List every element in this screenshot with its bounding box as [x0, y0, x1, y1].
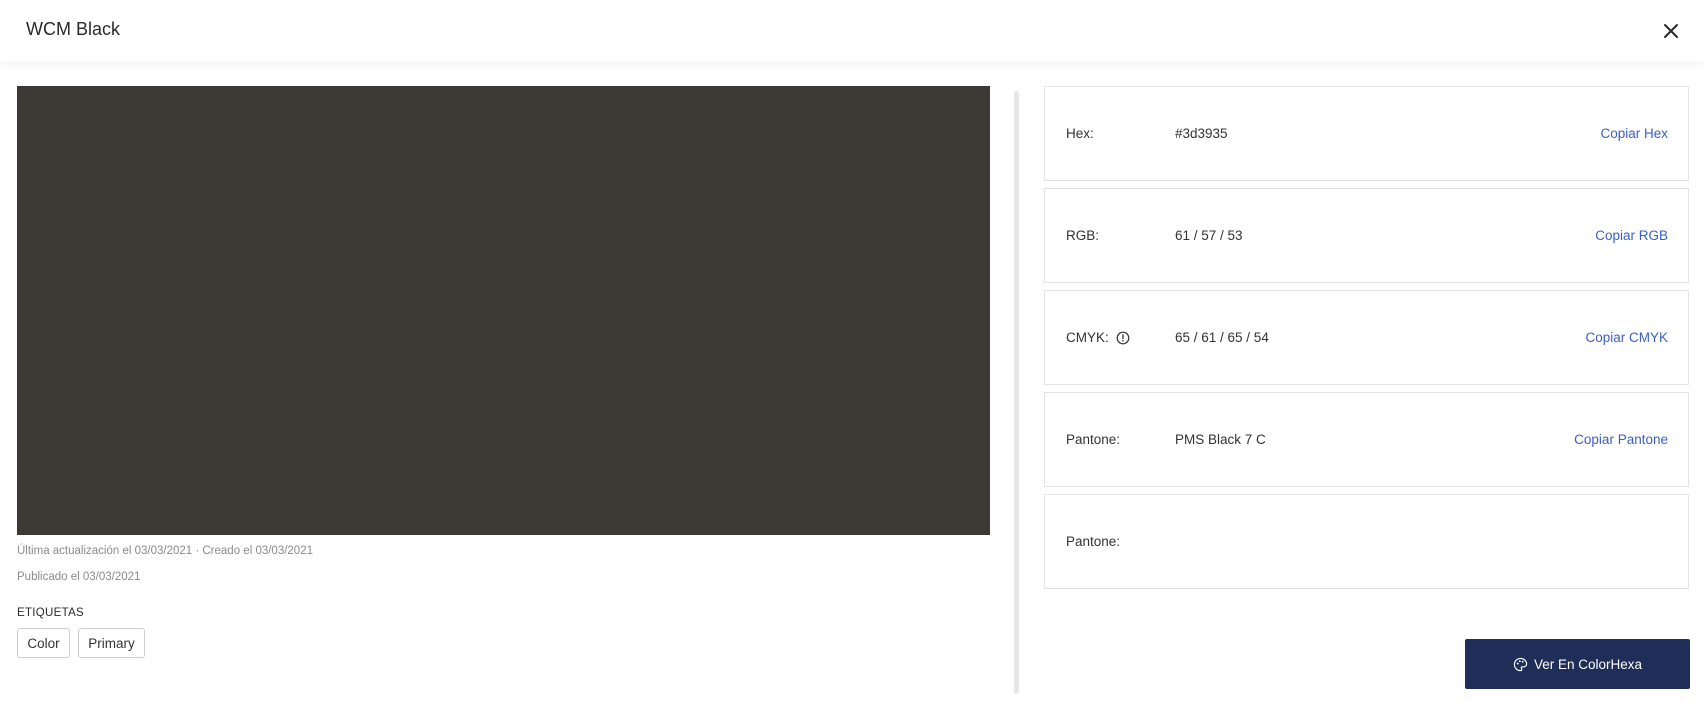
hex-row: Hex: #3d3935 Copiar Hex: [1044, 86, 1689, 181]
pantone-value: PMS Black 7 C: [1175, 432, 1266, 447]
cmyk-row: CMYK: 65 / 61 / 65 / 54 Copiar CMYK: [1044, 290, 1689, 385]
tag-color[interactable]: Color: [17, 628, 70, 658]
copy-pantone-link[interactable]: Copiar Pantone: [1574, 393, 1668, 486]
palette-icon: [1513, 657, 1528, 671]
cmyk-value: 65 / 61 / 65 / 54: [1175, 330, 1269, 345]
pantone-label-2: Pantone:: [1066, 534, 1121, 549]
page-title: WCM Black: [26, 19, 120, 39]
view-colorhexa-button[interactable]: Ver En ColorHexa: [1465, 639, 1690, 689]
rgb-label: RGB:: [1066, 228, 1100, 243]
copy-hex-link[interactable]: Copiar Hex: [1600, 87, 1668, 180]
updated-created-text: Última actualización el 03/03/2021 · Cre…: [17, 545, 313, 557]
close-button[interactable]: [1661, 21, 1681, 41]
cmyk-label: CMYK:: [1066, 330, 1109, 345]
rgb-row: RGB: 61 / 57 / 53 Copiar RGB: [1044, 188, 1689, 283]
pantone-row-2: Pantone:: [1044, 494, 1689, 589]
view-colorhexa-label: Ver En ColorHexa: [1533, 656, 1643, 672]
modal-header: WCM Black: [0, 0, 1704, 62]
published-text: Publicado el 03/03/2021: [17, 571, 141, 583]
cmyk-label-wrap: CMYK:: [1066, 291, 1130, 384]
tags-heading: ETIQUETAS: [17, 607, 85, 619]
hex-value: #3d3935: [1175, 126, 1228, 141]
close-icon: [1664, 24, 1678, 38]
info-icon[interactable]: [1116, 331, 1130, 345]
tag-primary[interactable]: Primary: [78, 628, 145, 658]
rgb-value: 61 / 57 / 53: [1175, 228, 1243, 243]
color-swatch: [17, 86, 990, 535]
hex-label: Hex:: [1066, 126, 1094, 141]
copy-rgb-link[interactable]: Copiar RGB: [1595, 189, 1668, 282]
scrollbar[interactable]: [1014, 91, 1019, 694]
pantone-row: Pantone: PMS Black 7 C Copiar Pantone: [1044, 392, 1689, 487]
pantone-label: Pantone:: [1066, 432, 1121, 447]
copy-cmyk-link[interactable]: Copiar CMYK: [1585, 291, 1668, 384]
